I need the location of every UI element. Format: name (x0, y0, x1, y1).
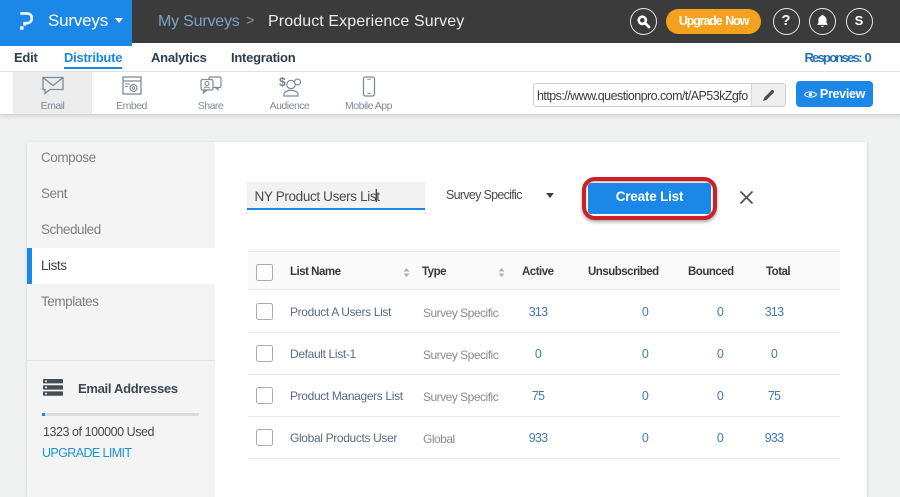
svg-text:$: $ (279, 76, 286, 89)
